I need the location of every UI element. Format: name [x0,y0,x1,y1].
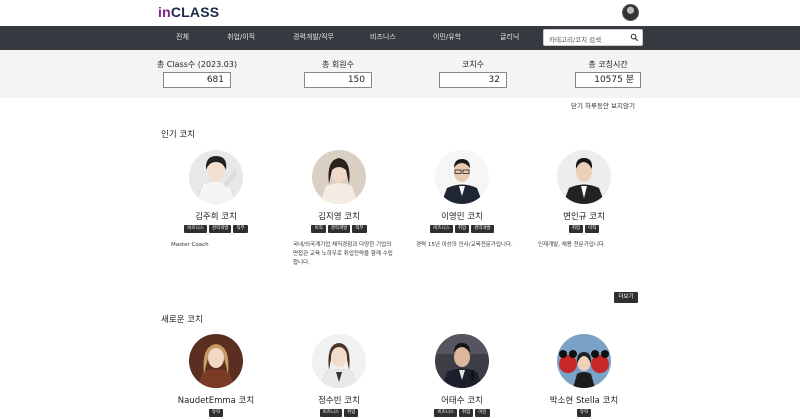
coach-photo[interactable] [435,150,489,204]
coach-tag: 취업 [568,225,583,233]
stat-label-coaches: 코치수 [461,60,485,69]
coach-tag: 취업 [454,225,470,233]
search-icon[interactable] [630,33,639,42]
popular-coaches-title: 인기 코치 [161,130,195,140]
stats-bar: 총 Class수 (2023.03) 681 총 회원수 150 코치수 32 … [0,50,800,98]
coach-name: NaudetEmma 코치 [177,396,255,406]
stat-label-members: 총 회원수 [322,60,354,69]
coach-tags: 비즈니스 취업 [284,409,394,417]
nav-item-career[interactable]: 경력개발/직무 [293,32,334,42]
coach-tag: 이직 [311,225,326,233]
coach-name: 박소현 Stella 코치 [549,396,619,406]
nav-item-business[interactable]: 비즈니스 [370,32,396,42]
coach-description: 경력 15년 이상의 인사/교육전문가입니다. [416,242,513,248]
coach-tag: 경력개발 [208,225,232,233]
coach-tag: 경력개발 [327,225,351,233]
top-bar: inCLASS [0,0,800,26]
coach-photo[interactable] [312,334,366,388]
coach-tags: 취업 이직 [529,225,639,233]
coach-tags: 비즈니스 경력개발 직무 [161,225,271,233]
coach-tag: 이직 [585,225,600,233]
stat-label-coaching-time: 총 코칭시간 [588,60,628,69]
coach-name: 어태수 코치 [441,396,483,406]
coach-name: 변인규 코치 [563,212,605,222]
coach-tags: 비즈니스 취업 경력개발 [407,225,517,233]
new-coaches-title: 새로운 코치 [161,315,203,325]
coach-tag: 직무 [352,225,367,233]
stat-value-classes: 681 [163,72,231,88]
coach-tag: 비즈니스 [184,225,207,233]
coach-tags: 유학 [161,409,271,417]
more-button[interactable]: 더보기 [614,292,638,303]
coach-photo[interactable] [189,150,243,204]
stat-value-members: 150 [304,72,372,88]
stat-value-coaching-time: 10575 분 [575,72,641,88]
coach-photo[interactable] [557,150,611,204]
main-nav: 전체 취업/이직 경력개발/직무 비즈니스 이민/유학 글리닉 카테고리/코치 … [0,26,800,50]
coach-photo[interactable] [189,334,243,388]
stat-label-classes: 총 Class수 (2023.03) [156,60,238,69]
coach-tag: 비즈니스 [319,409,343,417]
coach-name: 김지영 코치 [318,212,360,222]
coach-tag: 직무 [233,225,248,233]
nav-item-job[interactable]: 취업/이직 [227,32,255,42]
coach-name: 이영민 코치 [441,212,483,222]
coach-tags: 유학 [529,409,639,417]
coach-tags: 비즈니스 취업 이민 [407,409,517,417]
nav-item-immigration[interactable]: 이민/유학 [433,32,461,42]
nav-item-all[interactable]: 전체 [176,32,189,42]
search-placeholder: 카테고리/코치 검색 [549,36,602,44]
coach-photo[interactable] [435,334,489,388]
coach-tag: 유학 [576,409,592,417]
stat-value-coaches: 32 [439,72,507,88]
coach-name: 김주희 코치 [195,212,237,222]
coach-tag: 이민 [475,409,490,417]
nav-item-clinic[interactable]: 글리닉 [500,32,519,42]
coach-photo[interactable] [312,150,366,204]
user-avatar[interactable] [622,4,639,21]
coach-tags: 이직 경력개발 직무 [284,225,394,233]
hide-today-link[interactable]: 닫기 하루동안 보지않기 [571,100,635,110]
coach-tag: 유학 [208,409,224,417]
coach-description: 인재개발, 채용 전문가입니다. [538,242,606,248]
inclass-logo[interactable]: inCLASS [158,4,219,20]
coach-tag: 비즈니스 [434,409,457,417]
coach-photo[interactable] [557,334,611,388]
coach-tag: 비즈니스 [430,225,453,233]
coach-description: 국내/외국계기업 채직경험과 다양한 기업의 면접관 교육 노하우로 취업전략을… [293,242,393,266]
coach-tag: 취업 [459,409,474,417]
search-input[interactable]: 카테고리/코치 검색 [543,29,643,46]
coach-description: Master Coach [171,242,209,248]
coach-tag: 취업 [344,409,359,417]
coach-name: 정수빈 코치 [318,396,360,406]
coach-tag: 경력개발 [471,225,494,233]
